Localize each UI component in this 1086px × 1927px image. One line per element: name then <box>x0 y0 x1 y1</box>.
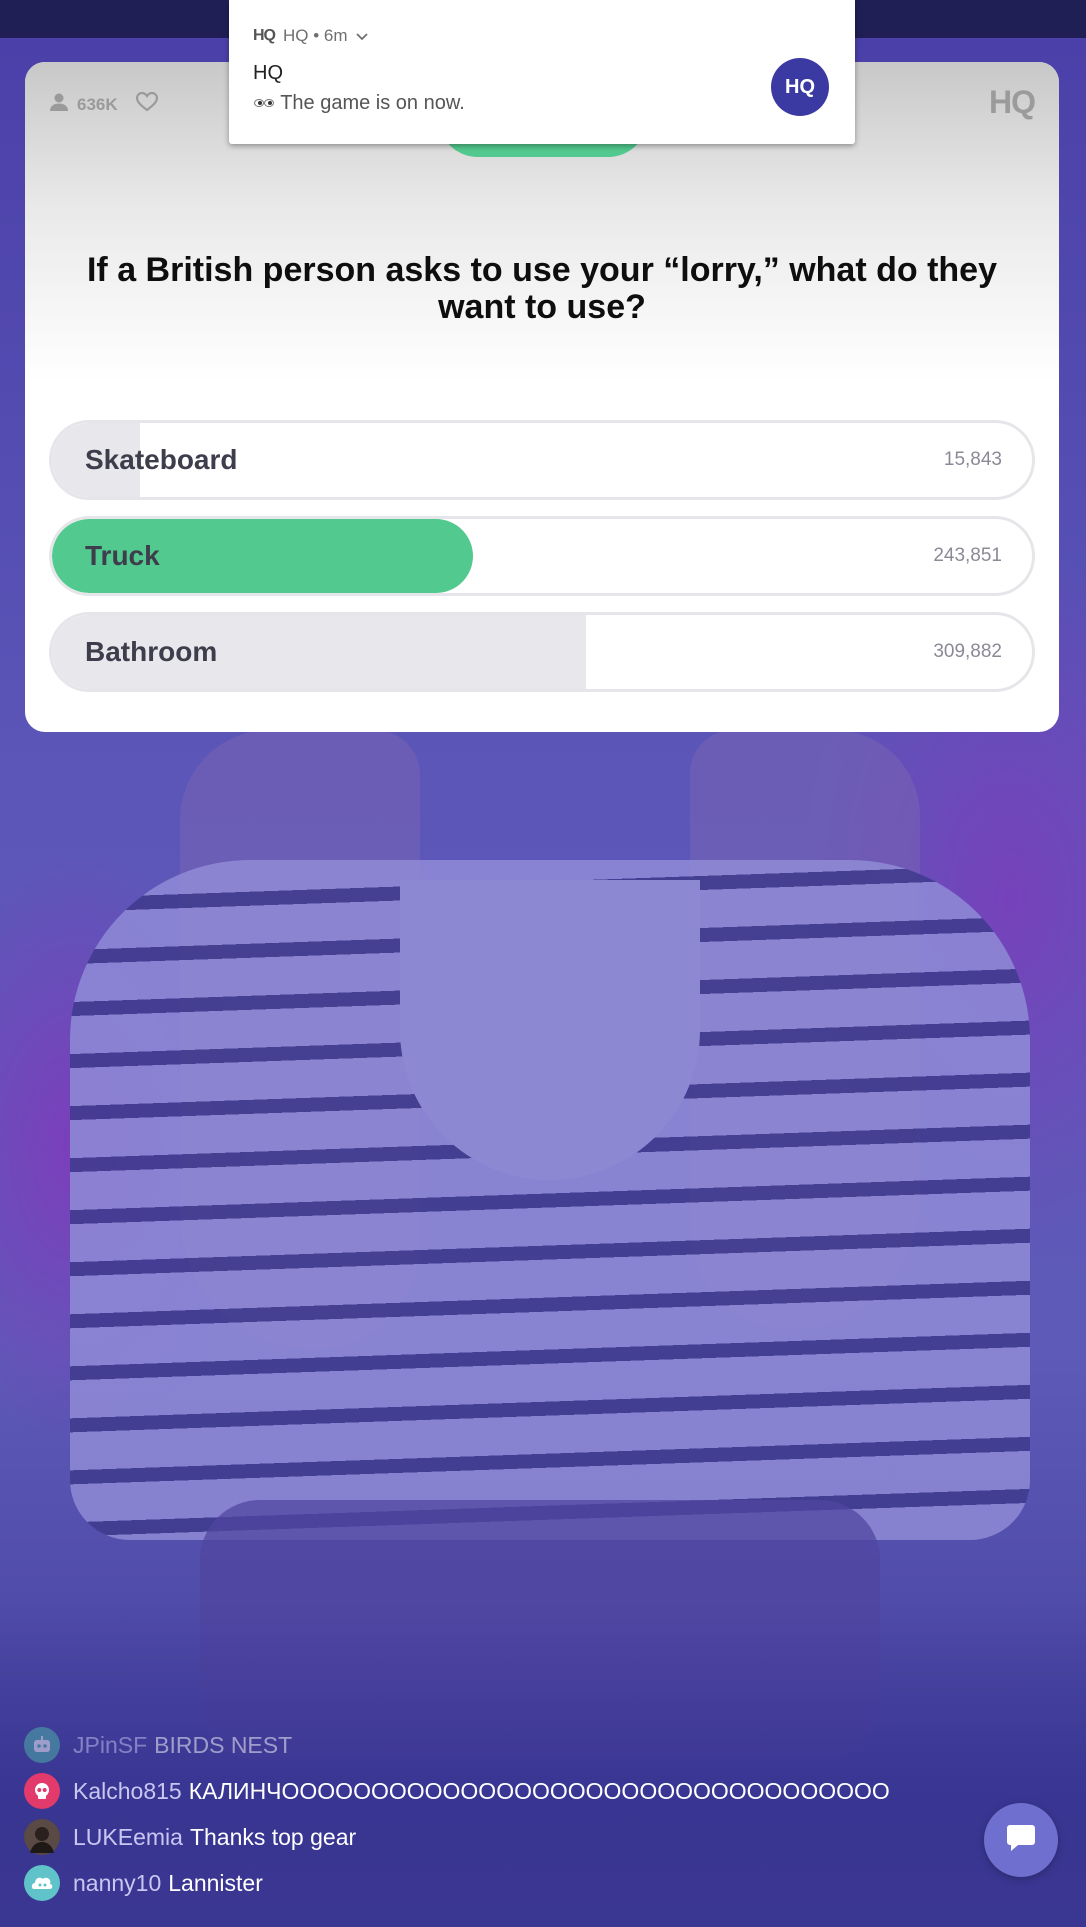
eyes-icon <box>253 92 280 114</box>
chat-text: BIRDS NEST <box>154 1731 293 1758</box>
notification-header: HQ HQ • 6m <box>253 26 368 46</box>
answer-1-label: Skateboard <box>85 444 238 475</box>
chat-username[interactable]: Kalcho815 <box>73 1778 182 1805</box>
chat-feed: JPinSF BIRDS NEST Kalcho815 КАЛИНЧOOOOOO… <box>24 1722 984 1906</box>
question-text: If a British person asks to use your “lo… <box>86 251 997 326</box>
chevron-down-icon[interactable] <box>355 26 368 46</box>
chat-message: Kalcho815 КАЛИНЧOOOOOOOOOOOOOOOOOOOOOOOO… <box>24 1768 984 1814</box>
chat-username[interactable]: JPinSF <box>73 1732 147 1759</box>
notification-body: The game is on now. <box>253 92 465 115</box>
answer-1-count: 15,843 <box>943 449 1002 470</box>
chat-message: JPinSF BIRDS NEST <box>24 1722 984 1768</box>
notification-title: HQ <box>253 62 283 84</box>
hq-logo: HQ <box>989 84 1036 120</box>
answer-2-label: Truck <box>85 540 160 571</box>
notification-app-logo: HQ <box>253 27 276 44</box>
chat-text: Lannister <box>168 1869 263 1896</box>
answer-3-label: Bathroom <box>85 636 218 667</box>
answer-option-3[interactable]: Bathroom 309,882 <box>49 612 1035 692</box>
answer-2-count: 243,851 <box>933 545 1002 566</box>
viewer-count-text: 636K <box>77 94 118 114</box>
question-card: 636K HQ If a British person asks to use … <box>25 62 1059 732</box>
chat-message: LUKEemia Thanks top gear <box>24 1814 984 1860</box>
avatar <box>24 1819 60 1855</box>
chat-username[interactable]: LUKEemia <box>73 1824 183 1851</box>
skull-icon <box>24 1773 60 1809</box>
push-notification[interactable]: HQ HQ • 6m HQ The game is on now. HQ <box>229 0 855 144</box>
answer-option-2[interactable]: Truck 243,851 <box>49 516 1035 596</box>
chat-username[interactable]: nanny10 <box>73 1870 161 1897</box>
answer-option-1[interactable]: Skateboard 15,843 <box>49 420 1035 500</box>
ghost-icon <box>24 1865 60 1901</box>
answer-3-count: 309,882 <box>933 641 1002 662</box>
chat-text: Thanks top gear <box>189 1823 357 1850</box>
chat-button[interactable] <box>984 1803 1058 1877</box>
heart-icon[interactable] <box>135 91 158 117</box>
person-icon <box>49 92 69 117</box>
hq-app-icon: HQ <box>771 58 829 116</box>
chat-text: КАЛИНЧOOOOOOOOOOOOOOOOOOOOOOOOOOOOOOOOOO <box>188 1777 890 1804</box>
notification-time: HQ • 6m <box>283 26 348 45</box>
robot-icon <box>24 1727 60 1763</box>
viewer-count: 636K <box>49 91 158 117</box>
chat-message: nanny10 Lannister <box>24 1860 984 1906</box>
chat-bubble-icon <box>1005 1823 1037 1858</box>
notification-body-text: The game is on now. <box>280 92 465 114</box>
